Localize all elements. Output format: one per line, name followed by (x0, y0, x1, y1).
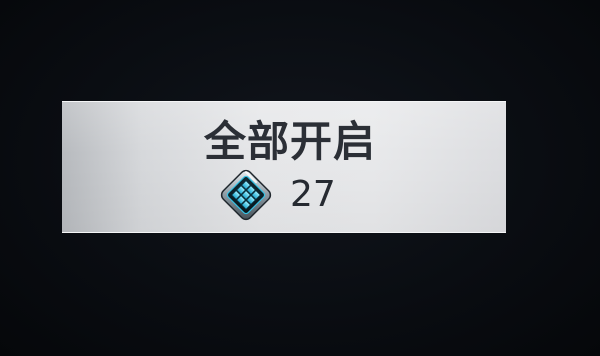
unlock-cost: 27 (216, 165, 336, 225)
crystal-cube-icon (220, 169, 272, 221)
unlock-all-button[interactable]: 全部开启 27 (62, 101, 506, 233)
cost-amount: 27 (290, 174, 336, 215)
unlock-all-label: 全部开启 (203, 117, 376, 166)
